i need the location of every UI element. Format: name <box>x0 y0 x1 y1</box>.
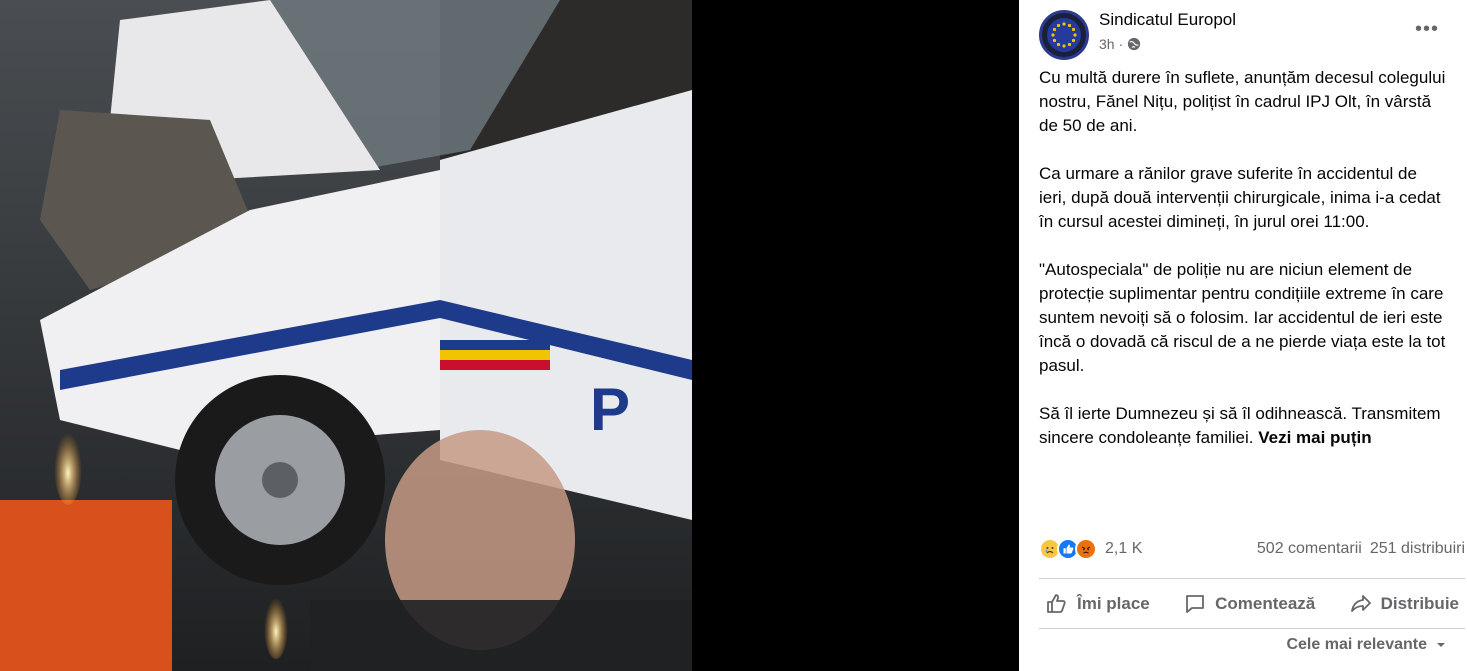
share-icon <box>1350 595 1371 612</box>
reaction-count: 2,1 K <box>1105 540 1143 557</box>
more-icon[interactable]: ••• <box>1415 18 1439 41</box>
post-paragraph-4-text: Să îl ierte Dumnezeu și să îl odihnească… <box>1039 404 1441 447</box>
engagement-counts: 502 comentarii 251 distribuiri <box>1257 540 1465 558</box>
globe-icon <box>1128 37 1141 51</box>
comment-sort-dropdown[interactable]: Cele mai relevante <box>1286 636 1447 654</box>
comment-button[interactable]: Comentează <box>1177 592 1321 616</box>
post-paragraph-1: Cu multă durere în suflete, anunțăm dece… <box>1039 68 1446 135</box>
sort-label: Cele mai relevante <box>1286 636 1427 653</box>
divider <box>1039 628 1465 629</box>
post-time[interactable]: 3h <box>1099 36 1115 52</box>
share-label: Distribuie <box>1380 594 1459 613</box>
see-less-link[interactable]: Vezi mai puțin <box>1258 428 1371 447</box>
post-paragraph-3: "Autospeciala" de poliție nu are niciun … <box>1039 260 1446 375</box>
share-button[interactable]: Distribuie <box>1343 592 1465 616</box>
post-paragraph-2: Ca urmare a rănilor grave suferite în ac… <box>1039 164 1441 231</box>
post-text: Cu multă durere în suflete, anunțăm dece… <box>1039 66 1449 474</box>
post-panel: Sindicatul Europol 3h · ••• Cu multă dur… <box>1019 0 1467 671</box>
like-button[interactable]: Îmi place <box>1039 592 1156 616</box>
like-label: Îmi place <box>1077 594 1150 613</box>
shares-count[interactable]: 251 distribuiri <box>1370 540 1465 558</box>
comments-count[interactable]: 502 comentarii <box>1257 540 1362 558</box>
svg-text:P: P <box>590 376 630 443</box>
angry-reaction-icon <box>1075 538 1097 560</box>
crashed-police-car-image: P <box>0 0 692 671</box>
post-actions: Îmi place Comentează Distribuie <box>1039 582 1465 626</box>
thumbs-up-icon <box>1047 594 1066 613</box>
page-name[interactable]: Sindicatul Europol <box>1099 10 1236 30</box>
page-avatar[interactable] <box>1039 10 1089 60</box>
chevron-down-icon <box>1437 643 1445 647</box>
post-paragraph-4: Să îl ierte Dumnezeu și să îl odihnească… <box>1039 402 1449 450</box>
comment-icon <box>1186 595 1205 613</box>
post-photo[interactable]: P <box>0 0 692 671</box>
reactions-summary[interactable]: 2,1 K <box>1039 538 1142 560</box>
eu-stars-icon <box>1047 18 1081 52</box>
post-meta: 3h · <box>1099 36 1141 52</box>
viewer: P Sindicatul Europol 3h · ••• Cu multă d… <box>0 0 1467 671</box>
comment-label: Comentează <box>1215 594 1316 613</box>
divider <box>1039 578 1465 579</box>
